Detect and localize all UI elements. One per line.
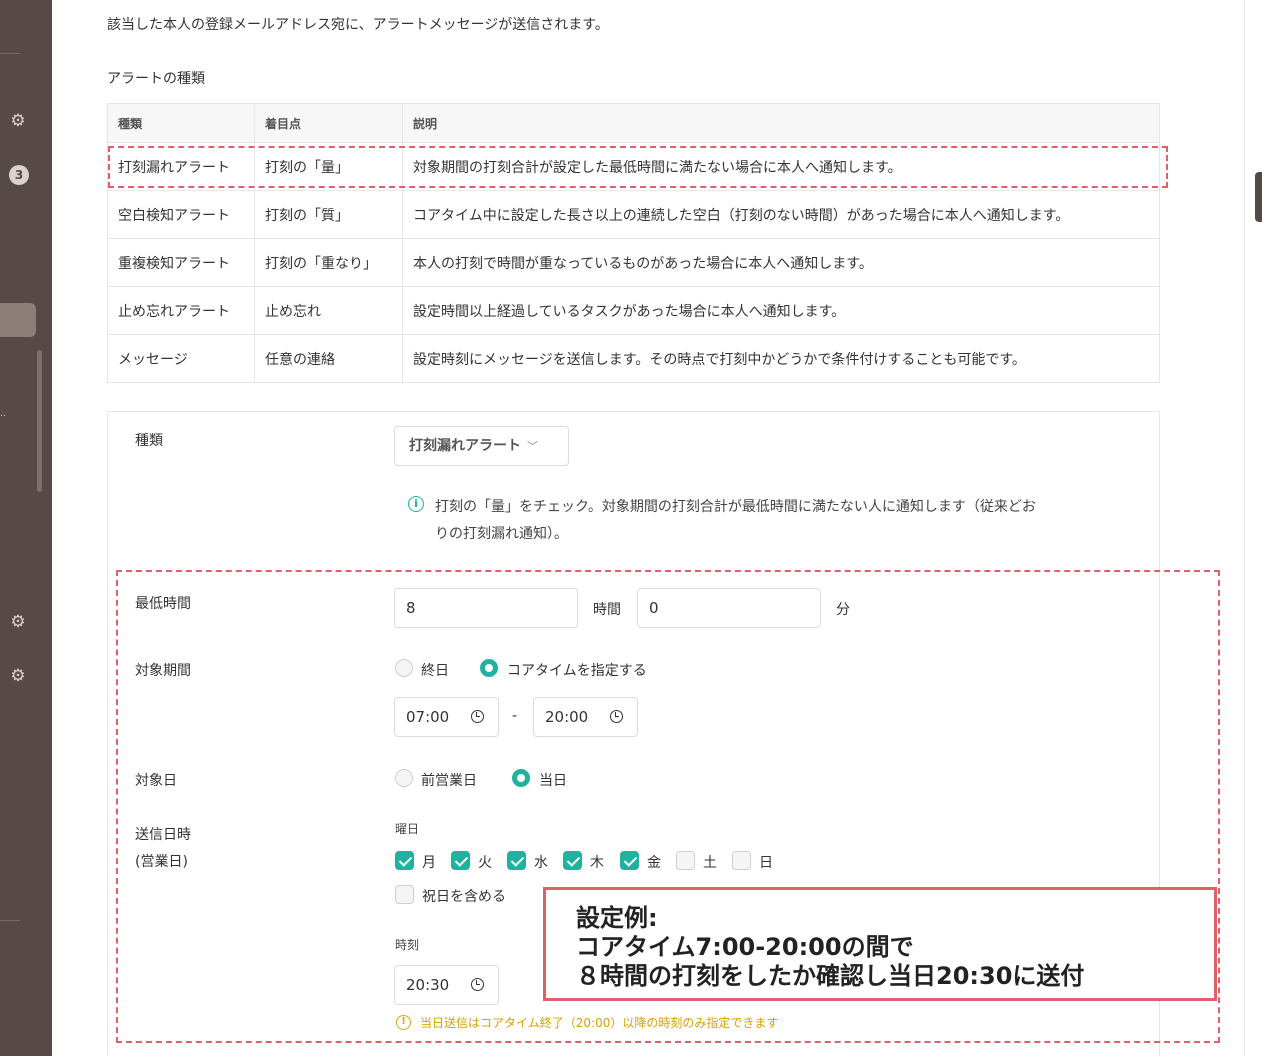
period-label: 対象期間 — [135, 663, 191, 679]
send-time-label: 時刻 — [395, 938, 420, 952]
table-cell: 任意の連絡 — [254, 334, 403, 383]
highlight-frame-row — [108, 146, 1168, 188]
weekday-label-fri: 金 — [647, 855, 661, 871]
send-time-input[interactable]: 20:30 — [394, 965, 499, 1005]
weekday-label-wed: 水 — [534, 855, 548, 871]
column-header: 種類 — [107, 103, 255, 143]
weekday-label-sun: 日 — [759, 855, 773, 871]
send-schedule-sublabel: (営業日) — [135, 854, 188, 870]
column-header: 説明 — [402, 103, 1160, 143]
type-description: 打刻の「量」をチェック。対象期間の打刻合計が最低時間に満たない人に通知します（従… — [435, 494, 1125, 548]
target-day-today-label: 当日 — [539, 773, 567, 789]
content-right-border — [1244, 0, 1245, 1056]
side-panel-handle[interactable] — [1255, 172, 1262, 222]
section-title: アラートの種類 — [107, 71, 205, 87]
period-core-time-label: コアタイムを指定する — [507, 663, 647, 679]
callout-line: ８時間の打刻をしたか確認し当日20:30に送付 — [576, 962, 1085, 990]
clock-icon — [471, 710, 484, 723]
table-cell: 止め忘れ — [254, 286, 403, 335]
warning-icon: ! — [396, 1015, 411, 1030]
target-day-previous-radio[interactable] — [395, 769, 413, 787]
core-start-time-value: 07:00 — [406, 708, 450, 726]
table-header-row: 種類 着目点 説明 — [107, 103, 1160, 143]
sidebar-scrollbar[interactable] — [37, 350, 42, 492]
table-row: 重複検知アラート 打刻の「重なり」 本人の打刻で時間が重なっているものがあった場… — [107, 238, 1160, 287]
alert-type-value: 打刻漏れアラート — [409, 438, 521, 454]
period-all-day-label: 終日 — [421, 663, 449, 679]
holiday-checkbox[interactable] — [395, 885, 414, 904]
table-cell: 重複検知アラート — [107, 238, 255, 287]
target-day-previous-label: 前営業日 — [421, 773, 477, 789]
hours-unit: 時間 — [593, 602, 621, 618]
table-row: 空白検知アラート 打刻の「質」 コアタイム中に設定した長さ以上の連続した空白（打… — [107, 190, 1160, 239]
weekday-label-mon: 月 — [422, 855, 436, 871]
core-start-time-input[interactable]: 07:00 — [394, 697, 499, 737]
hours-input[interactable]: 8 — [394, 588, 578, 628]
core-end-time-input[interactable]: 20:00 — [533, 697, 638, 737]
gear-icon[interactable]: ⚙ — [9, 112, 27, 130]
weekday-checkbox-mon[interactable] — [395, 851, 414, 870]
weekday-label-sat: 土 — [703, 855, 717, 871]
table-row: メッセージ 任意の連絡 設定時刻にメッセージを送信します。その時点で打刻中かどう… — [107, 334, 1160, 383]
table-cell: 本人の打刻で時間が重なっているものがあった場合に本人へ通知します。 — [402, 238, 1160, 287]
sidebar-ellipsis: .. — [0, 408, 7, 419]
alert-type-select[interactable]: 打刻漏れアラート ﹀ — [394, 426, 569, 466]
sidebar-active-item[interactable] — [0, 303, 36, 337]
weekday-checkbox-wed[interactable] — [507, 851, 526, 870]
period-core-time-radio[interactable] — [480, 659, 498, 677]
gear-icon[interactable]: ⚙ — [9, 613, 27, 631]
weekday-checkbox-tue[interactable] — [451, 851, 470, 870]
type-description-line: りの打刻漏れ通知）。 — [435, 526, 568, 542]
callout-line: コアタイム7:00-20:00の間で — [576, 933, 914, 961]
target-day-label: 対象日 — [135, 773, 177, 789]
example-callout: 設定例: コアタイム7:00-20:00の間で ８時間の打刻をしたか確認し当日2… — [543, 887, 1217, 1001]
notification-badge[interactable]: 3 — [9, 165, 29, 185]
min-time-label: 最低時間 — [135, 596, 191, 612]
table-cell: 打刻の「質」 — [254, 190, 403, 239]
table-cell: 設定時間以上経過しているタスクがあった場合に本人へ通知します。 — [402, 286, 1160, 335]
table-cell: 空白検知アラート — [107, 190, 255, 239]
weekday-checkbox-thu[interactable] — [563, 851, 582, 870]
send-schedule-label: 送信日時 — [135, 827, 191, 843]
weekday-checkbox-sat[interactable] — [676, 851, 695, 870]
app-root: ⚙ 3 .. ⚙ ⚙ 該当した本人の登録メールアドレス宛に、アラートメッセージが… — [0, 0, 1262, 1056]
weekday-checkbox-sun[interactable] — [732, 851, 751, 870]
alert-types-table: 種類 着目点 説明 打刻漏れアラート 打刻の「量」 対象期間の打刻合計が設定した… — [107, 103, 1160, 383]
callout-text: 設定例: コアタイム7:00-20:00の間で ８時間の打刻をしたか確認し当日2… — [576, 904, 1084, 991]
minutes-unit: 分 — [836, 602, 850, 618]
type-description-line: 打刻の「量」をチェック。対象期間の打刻合計が最低時間に満たない人に通知します（従… — [435, 499, 1036, 515]
holiday-label: 祝日を含める — [422, 889, 506, 905]
time-range-separator: - — [512, 708, 518, 724]
left-sidebar: ⚙ 3 .. ⚙ ⚙ — [0, 0, 52, 1056]
callout-line: 設定例: — [576, 904, 658, 932]
table-cell: 止め忘れアラート — [107, 286, 255, 335]
clock-icon — [471, 978, 484, 991]
clock-icon — [610, 710, 623, 723]
table-row: 止め忘れアラート 止め忘れ 設定時間以上経過しているタスクがあった場合に本人へ通… — [107, 286, 1160, 335]
send-time-value: 20:30 — [406, 976, 450, 994]
column-header: 着目点 — [254, 103, 403, 143]
sidebar-divider — [0, 920, 20, 921]
weekday-label-tue: 火 — [478, 855, 492, 871]
table-cell: コアタイム中に設定した長さ以上の連続した空白（打刻のない時間）があった場合に本人… — [402, 190, 1160, 239]
minutes-input[interactable]: 0 — [637, 588, 821, 628]
weekday-checkbox-fri[interactable] — [620, 851, 639, 870]
target-day-today-radio[interactable] — [512, 769, 530, 787]
weekday-label: 曜日 — [395, 822, 420, 836]
weekday-label-thu: 木 — [590, 855, 604, 871]
info-icon: i — [408, 496, 424, 512]
table-cell: メッセージ — [107, 334, 255, 383]
chevron-down-icon: ﹀ — [527, 440, 538, 453]
table-cell: 設定時刻にメッセージを送信します。その時点で打刻中かどうかで条件付けすることも可… — [402, 334, 1160, 383]
type-label: 種類 — [135, 433, 163, 449]
table-cell: 打刻の「重なり」 — [254, 238, 403, 287]
intro-text: 該当した本人の登録メールアドレス宛に、アラートメッセージが送信されます。 — [107, 17, 609, 33]
period-all-day-radio[interactable] — [395, 659, 413, 677]
send-time-warning: 当日送信はコアタイム終了（20:00）以降の時刻のみ指定できます — [420, 1016, 779, 1030]
sidebar-divider — [0, 53, 20, 54]
core-end-time-value: 20:00 — [545, 708, 589, 726]
gear-icon[interactable]: ⚙ — [9, 667, 27, 685]
